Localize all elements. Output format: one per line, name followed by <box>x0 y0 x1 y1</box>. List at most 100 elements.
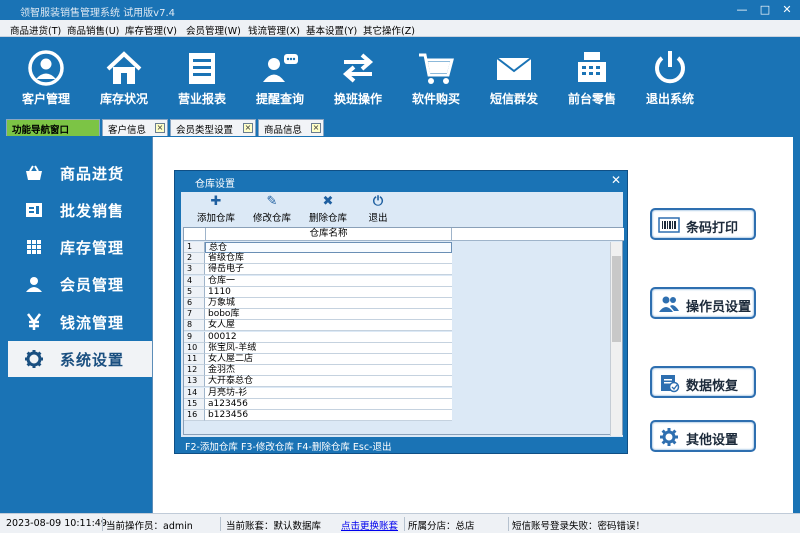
menu-item-purchase[interactable]: 商品进货(T) <box>10 23 61 37</box>
button-label: 添加仓库 <box>196 213 235 224</box>
menu-item-inventory[interactable]: 库存管理(V) <box>125 23 177 37</box>
warehouse-name-cell[interactable]: 得岳电子 <box>205 264 452 276</box>
table-row[interactable]: 4 仓库一 <box>184 275 452 287</box>
envelope-icon <box>496 57 532 80</box>
close-tab-icon[interactable]: × <box>155 123 165 133</box>
warehouse-name-cell[interactable]: 总仓 <box>205 242 452 253</box>
toolbar-purchase-button[interactable]: 软件购买 <box>400 47 472 111</box>
warehouse-name-cell[interactable]: 女人屋 <box>205 320 452 332</box>
nav-item-members[interactable]: 会员管理 <box>8 266 152 302</box>
toolbar-report-button[interactable]: 营业报表 <box>166 47 238 111</box>
nav-item-label: 会员管理 <box>60 276 125 294</box>
warehouse-name-cell[interactable]: 仓库一 <box>205 275 452 287</box>
grid-scrollbar[interactable] <box>610 242 622 436</box>
nav-item-system-settings[interactable]: 系统设置 <box>8 341 152 377</box>
warehouse-name-cell[interactable]: 1110 <box>205 286 452 298</box>
warehouse-name-cell[interactable]: a123456 <box>205 398 452 410</box>
row-number: 16 <box>184 410 205 421</box>
warehouse-name-cell[interactable]: 大开泰总仓 <box>205 376 452 388</box>
toolbar-sms-button[interactable]: 短信群发 <box>478 47 550 111</box>
table-row[interactable]: 15 a123456 <box>184 398 452 410</box>
person-icon <box>26 277 42 292</box>
window-title: 领智服装销售管理系统 试用版v7.4 <box>20 8 175 19</box>
warehouse-name-cell[interactable]: b123456 <box>205 410 452 421</box>
menu-bar: 商品进货(T) 商品销售(U) 库存管理(V) 会员管理(W) 钱流管理(X) … <box>0 20 800 37</box>
exit-dialog-button[interactable]: ⏻ 退出 <box>353 194 403 226</box>
close-window-button[interactable]: ✕ <box>776 1 798 19</box>
toolbar-label: 退出系统 <box>645 92 694 106</box>
tab-member-type[interactable]: 会员类型设置 × <box>170 119 256 136</box>
row-number: 10 <box>184 342 205 354</box>
menu-item-settings[interactable]: 基本设置(Y) <box>306 23 357 37</box>
toolbar-label: 库存状况 <box>99 92 148 106</box>
maximize-button[interactable]: □ <box>754 1 776 19</box>
close-tab-icon[interactable]: × <box>243 123 253 133</box>
table-row[interactable]: 11 女人屋二店 <box>184 354 452 365</box>
toolbar-stock-button[interactable]: 库存状况 <box>88 47 160 111</box>
barcode-icon <box>658 217 680 233</box>
toolbar-customer-button[interactable]: 客户管理 <box>10 47 82 111</box>
close-tab-icon[interactable]: × <box>311 123 321 133</box>
gear-icon <box>25 350 43 368</box>
other-settings-button[interactable]: 其他设置 <box>650 420 756 452</box>
barcode-print-button[interactable]: 条码打印 <box>650 208 756 240</box>
warehouse-name-cell[interactable]: 00012 <box>205 331 452 343</box>
toolbar-exit-button[interactable]: 退出系统 <box>634 47 706 111</box>
nav-item-purchase[interactable]: 商品进货 <box>8 155 152 191</box>
tab-function-nav[interactable]: 功能导航窗口 <box>6 119 100 136</box>
table-row[interactable]: 10 张宝凤-羊绒 <box>184 342 452 354</box>
nav-item-wholesale[interactable]: 批发销售 <box>8 192 152 228</box>
menu-item-members[interactable]: 会员管理(W) <box>186 23 241 37</box>
warehouse-name-cell[interactable]: 张宝凤-羊绒 <box>205 342 452 354</box>
warehouse-name-cell[interactable]: bobo库 <box>205 309 452 321</box>
data-restore-button[interactable]: 数据恢复 <box>650 366 756 398</box>
add-warehouse-button[interactable]: ✚ 添加仓库 <box>191 194 241 226</box>
toolbar-label: 营业报表 <box>177 92 226 106</box>
delete-warehouse-button[interactable]: ✖ 删除仓库 <box>303 194 353 226</box>
nav-item-inventory[interactable]: 库存管理 <box>8 229 152 265</box>
toolbar-retail-button[interactable]: 前台零售 <box>556 47 628 111</box>
scrollbar-thumb[interactable] <box>612 256 621 342</box>
operator-settings-button[interactable]: 操作员设置 <box>650 287 756 319</box>
column-header-warehouse-name[interactable]: 仓库名称 <box>205 228 452 241</box>
restore-icon <box>661 375 680 393</box>
switch-account-link[interactable]: 点击更换账套 <box>341 518 398 532</box>
table-row[interactable]: 7 bobo库 <box>184 309 452 321</box>
warehouse-name-cell[interactable]: 金羽杰 <box>205 365 452 377</box>
table-row[interactable]: 16 b123456 <box>184 410 452 421</box>
toolbar-reminder-button[interactable]: 提醒查询 <box>244 47 316 111</box>
status-branch: 所属分店：总店 <box>408 521 475 532</box>
nav-item-cashflow[interactable]: 钱流管理 <box>8 304 152 340</box>
status-divider <box>404 517 405 531</box>
warehouse-name-cell[interactable]: 万象城 <box>205 298 452 309</box>
tab-product-info[interactable]: 商品信息 × <box>258 119 324 136</box>
table-row[interactable]: 1 总仓 <box>184 242 452 253</box>
table-row[interactable]: 5 1110 <box>184 286 452 298</box>
table-row[interactable]: 14 月亮坊-衫 <box>184 387 452 399</box>
user-chat-icon <box>263 54 298 82</box>
table-row[interactable]: 9 00012 <box>184 331 452 343</box>
table-row[interactable]: 6 万象城 <box>184 298 452 309</box>
edit-warehouse-button[interactable]: ✎ 修改仓库 <box>247 194 297 226</box>
warehouse-name-cell[interactable]: 省级仓库 <box>205 253 452 265</box>
tab-customer-info[interactable]: 客户信息 × <box>102 119 168 136</box>
row-number: 13 <box>184 376 205 388</box>
table-row[interactable]: 13 大开泰总仓 <box>184 376 452 388</box>
menu-item-cashflow[interactable]: 钱流管理(X) <box>248 23 300 37</box>
table-row[interactable]: 12 金羽杰 <box>184 365 452 377</box>
toolbar-label: 提醒查询 <box>255 92 304 106</box>
minimize-button[interactable]: — <box>731 1 753 19</box>
warehouse-settings-dialog: 仓库设置 ✕ ✚ 添加仓库 ✎ 修改仓库 ✖ 删除仓库 ⏻ 退出 仓库名称 1 … <box>174 170 628 454</box>
warehouse-name-cell[interactable]: 女人屋二店 <box>205 354 452 365</box>
warehouse-name-cell[interactable]: 月亮坊-衫 <box>205 387 452 399</box>
table-row[interactable]: 2 省级仓库 <box>184 253 452 265</box>
dialog-close-button[interactable]: ✕ <box>611 173 621 187</box>
button-label: 删除仓库 <box>308 213 347 224</box>
basket-icon <box>26 165 42 180</box>
menu-item-other[interactable]: 其它操作(Z) <box>363 23 415 37</box>
toolbar-shift-button[interactable]: 换班操作 <box>322 47 394 111</box>
menu-item-sales[interactable]: 商品销售(U) <box>67 23 119 37</box>
table-row[interactable]: 3 得岳电子 <box>184 264 452 276</box>
table-row[interactable]: 8 女人屋 <box>184 320 452 332</box>
toolbar-label: 前台零售 <box>567 92 616 106</box>
